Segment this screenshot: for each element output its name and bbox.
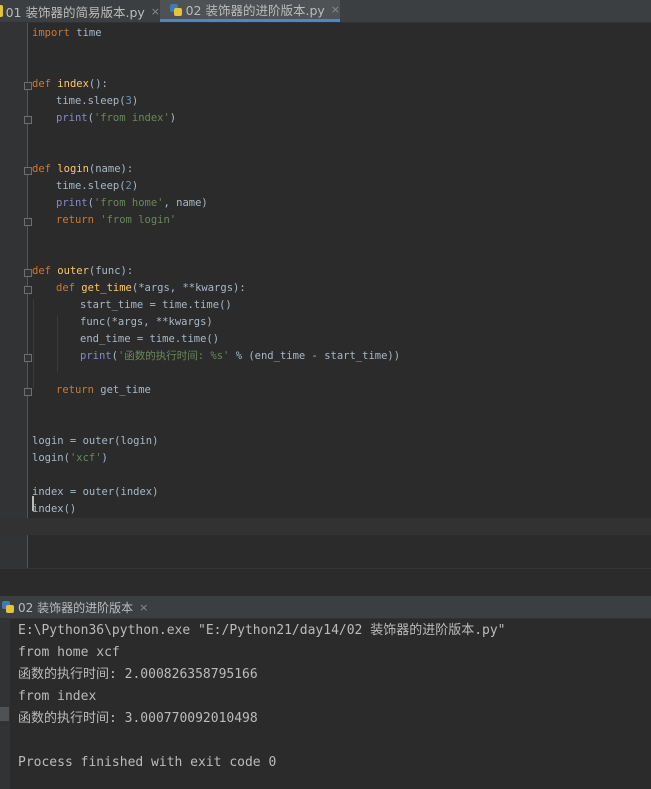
code-line: return 'from login' [56, 214, 177, 226]
indent-guide [33, 299, 34, 389]
fold-icon[interactable] [24, 167, 32, 175]
fold-icon[interactable] [24, 388, 32, 396]
close-icon[interactable]: × [151, 5, 160, 18]
python-file-icon [0, 5, 3, 17]
code-line: print('函数的执行时间: %s' % (end_time - start_… [80, 350, 401, 362]
code-line: login = outer(login) [32, 435, 159, 447]
code-line: index = outer(index) [32, 486, 159, 498]
tab-label: 01 装饰器的简易版本.py [5, 4, 145, 20]
code-line: login('xcf') [32, 452, 108, 464]
editor-tab-bar: 01 装饰器的简易版本.py × 02 装饰器的进阶版本.py × [0, 0, 651, 23]
code-line: index() [32, 503, 77, 515]
python-file-icon [170, 3, 182, 16]
python-run-icon [2, 601, 14, 613]
code-line: print('from index') [56, 112, 177, 124]
code-line: time.sleep(2) [56, 180, 139, 192]
console-line: E:\Python36\python.exe "E:/Python21/day1… [18, 623, 506, 638]
fold-icon[interactable] [24, 286, 32, 294]
close-icon[interactable]: × [139, 601, 148, 614]
run-tab-label: 02 装饰器的进阶版本 [18, 600, 134, 615]
code-line: def get_time(*args, **kwargs): [56, 282, 246, 294]
indent-guide [57, 316, 58, 372]
code-editor[interactable]: import time def index(): time.sleep(3) p… [0, 23, 651, 568]
console-line: 函数的执行时间: 2.000826358795166 [18, 667, 258, 682]
code-line: start_time = time.time() [80, 299, 232, 311]
code-line: def index(): [32, 78, 108, 90]
fold-icon[interactable] [24, 354, 32, 362]
console-line: from index [18, 689, 97, 704]
console-gutter [0, 619, 10, 789]
console-line: Process finished with exit code 0 [18, 755, 277, 770]
fold-icon[interactable] [24, 269, 32, 277]
code-line: import time [32, 27, 102, 39]
editor-gutter [0, 23, 28, 568]
code-line: print('from home', name) [56, 197, 208, 209]
fold-icon[interactable] [24, 82, 32, 90]
code-line: def outer(func): [32, 265, 134, 277]
code-line: time.sleep(3) [56, 95, 139, 107]
current-line-highlight [0, 518, 651, 535]
tab-label: 02 装饰器的进阶版本.py [185, 3, 325, 18]
text-caret [32, 496, 34, 511]
panel-divider[interactable] [0, 568, 651, 597]
code-line: end_time = time.time() [80, 333, 220, 345]
fold-icon[interactable] [24, 116, 32, 124]
code-line: return get_time [56, 384, 151, 396]
code-line: func(*args, **kwargs) [80, 316, 213, 328]
scroll-indicator[interactable] [0, 707, 9, 721]
console-line: 函数的执行时间: 3.000770092010498 [18, 711, 258, 726]
tab-decorator-advanced[interactable]: 02 装饰器的进阶版本.py × [160, 0, 340, 22]
run-tool-window-header: 02 装饰器的进阶版本 × [0, 596, 651, 619]
code-line: def login(name): [32, 163, 134, 175]
fold-icon[interactable] [24, 218, 32, 226]
close-icon[interactable]: × [331, 3, 340, 16]
run-console[interactable]: E:\Python36\python.exe "E:/Python21/day1… [0, 619, 651, 789]
run-tab[interactable]: 02 装饰器的进阶版本 × [0, 596, 148, 618]
console-line: from home xcf [18, 645, 120, 660]
tab-decorator-simple[interactable]: 01 装饰器的简易版本.py × [0, 0, 160, 22]
